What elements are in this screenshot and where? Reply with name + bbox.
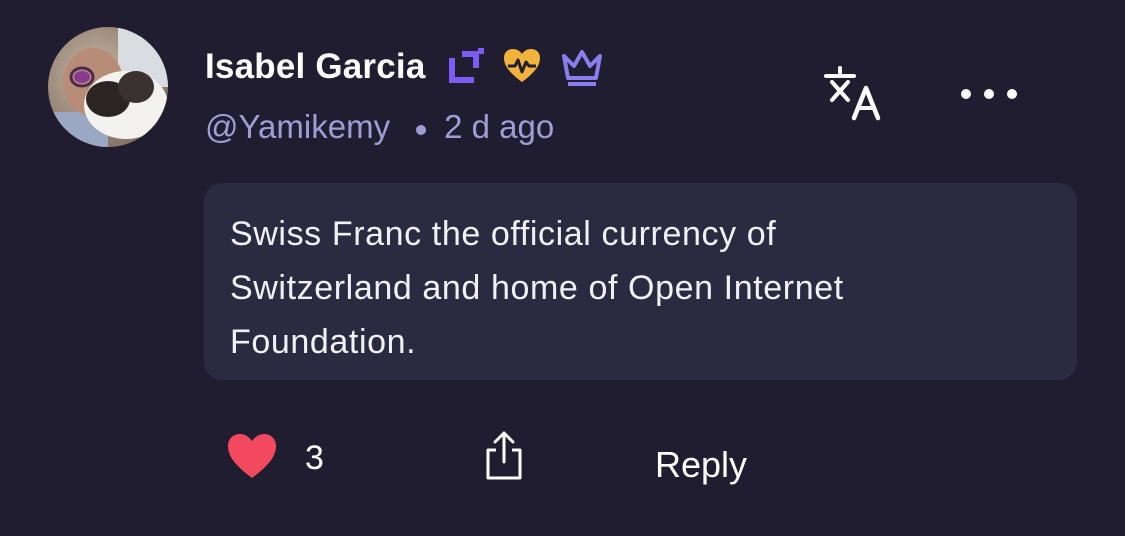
share-button[interactable] bbox=[482, 430, 526, 482]
more-options-button[interactable] bbox=[954, 74, 1024, 114]
square-bracket-badge-icon bbox=[448, 46, 484, 86]
separator-dot bbox=[416, 125, 427, 135]
author-handle[interactable]: @Yamikemy bbox=[205, 108, 390, 146]
comment-actions: 3 Reply bbox=[0, 420, 1125, 500]
like-button[interactable] bbox=[226, 432, 278, 480]
heart-pulse-badge-icon bbox=[502, 46, 542, 86]
comment-text: Swiss Franc the official currency of Swi… bbox=[230, 215, 844, 361]
translate-icon bbox=[824, 66, 881, 121]
share-icon bbox=[486, 431, 522, 480]
timestamp: 2 d ago bbox=[444, 108, 555, 145]
reply-button[interactable]: Reply bbox=[655, 444, 747, 486]
like-count: 3 bbox=[305, 439, 324, 477]
crown-badge-icon bbox=[560, 46, 604, 86]
author-meta: @Yamikemy 2 d ago bbox=[205, 104, 554, 150]
more-options-icon bbox=[961, 89, 1017, 99]
heart-icon bbox=[228, 434, 276, 478]
translate-button[interactable] bbox=[820, 62, 888, 126]
author-row: Isabel Garcia bbox=[205, 42, 604, 90]
comment-bubble: Swiss Franc the official currency of Swi… bbox=[204, 183, 1077, 380]
avatar[interactable] bbox=[48, 27, 168, 147]
comment-card: Isabel Garcia @Yamikemy 2 d ago Swiss Fr… bbox=[0, 0, 1125, 536]
author-name[interactable]: Isabel Garcia bbox=[205, 49, 426, 84]
